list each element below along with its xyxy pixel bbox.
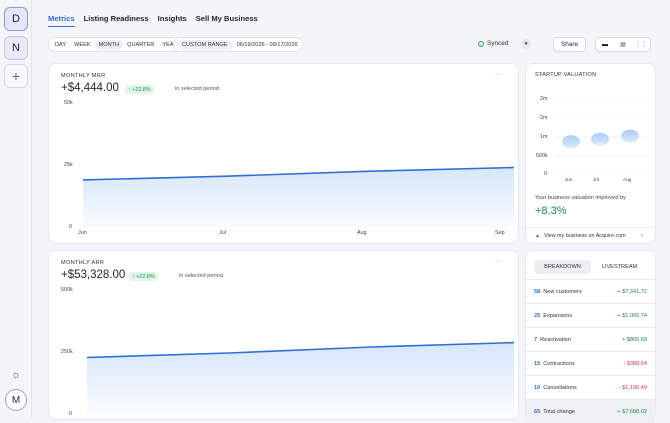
breakdown-row[interactable]: 10Cancellations - $1,196.49 xyxy=(526,375,655,399)
share-button[interactable]: Share xyxy=(553,37,586,52)
breakdown-row-left: 7Reactivation xyxy=(534,337,571,343)
workspace-n-button[interactable]: N xyxy=(4,36,28,60)
valuation-y-tick: 0 xyxy=(544,171,547,177)
tab-insights[interactable]: Insights xyxy=(158,14,187,27)
breakdown-label: Total change xyxy=(543,409,575,415)
breakdown-label: Expansions xyxy=(543,313,572,319)
period-quarter[interactable]: QUARTER xyxy=(124,40,157,50)
breakdown-card: BREAKDOWN LIVESTREAM 58New customers + $7… xyxy=(525,250,656,420)
two-column-view-icon[interactable]: ▦ xyxy=(614,38,632,51)
breakdown-amount: + $7,688.02 xyxy=(617,409,647,415)
breakdown-row-left: 15Contractions xyxy=(534,361,575,367)
grid-view-icon[interactable]: ⋮⋮ xyxy=(632,38,650,51)
breakdown-label: Contractions xyxy=(543,361,574,367)
custom-range-label: CUSTOM RANGE xyxy=(178,40,232,50)
theme-toggle-icon[interactable]: ☼ xyxy=(9,368,23,382)
mrr-card: MONTHLY MRR +$4,444.00 ↑ +22.8% in selec… xyxy=(48,63,519,244)
breakdown-label: Cancellations xyxy=(543,385,577,391)
valuation-x-tick: Jun xyxy=(565,177,572,182)
breakdown-amount: + $7,341.72 xyxy=(617,289,647,295)
single-column-view-icon[interactable]: ▬ xyxy=(596,38,614,51)
tab-breakdown[interactable]: BREAKDOWN xyxy=(534,260,591,274)
breakdown-label: New customers xyxy=(543,289,582,295)
workspace-rail: D N + ☼ M xyxy=(0,0,32,418)
valuation-y-tick: 2m xyxy=(540,96,548,102)
breakdown-count: 7 xyxy=(534,337,537,343)
avatar[interactable]: M xyxy=(5,389,27,411)
chart-area-fill xyxy=(87,343,514,414)
custom-range-picker[interactable]: CUSTOM RANGE 06/19/2026 - 09/17/2026 xyxy=(173,37,303,52)
breakdown-amount: + $1,065.74 xyxy=(617,313,647,319)
add-workspace-button[interactable]: + xyxy=(4,64,28,88)
workspace-d-button[interactable]: D xyxy=(4,7,28,31)
share-label: Share xyxy=(561,41,578,48)
valuation-y-tick: 500k xyxy=(536,153,548,159)
breakdown-count: 58 xyxy=(534,289,540,295)
view-mode-toggle: ▬ ▦ ⋮⋮ xyxy=(595,37,651,52)
period-week[interactable]: WEEK xyxy=(71,40,93,50)
valuation-x-tick: Aug xyxy=(623,177,631,182)
breakdown-count: 25 xyxy=(534,313,540,319)
period-month[interactable]: MONTH xyxy=(96,40,123,50)
breakdown-row-left: 10Cancellations xyxy=(534,385,577,391)
breakdown-label: Reactivation xyxy=(540,337,571,343)
breakdown-row-left: 65Total change xyxy=(534,409,575,415)
user-icon[interactable]: ● xyxy=(521,39,531,49)
breakdown-row-left: 25Expansions xyxy=(534,313,572,319)
valuation-card: STARTUP VALUATION 2m 2m 1m 500k 0 Jun Ju… xyxy=(525,63,656,244)
divider xyxy=(526,227,655,228)
workspace-n-label: N xyxy=(12,42,20,54)
tab-metrics[interactable]: Metrics xyxy=(48,14,75,27)
date-range-value: 06/19/2026 - 09/17/2026 xyxy=(237,42,298,48)
chevron-right-icon: › xyxy=(641,233,643,239)
breakdown-count: 65 xyxy=(534,409,540,415)
breakdown-count: 10 xyxy=(534,385,540,391)
valuation-improved-text: Your business valuation improved by xyxy=(535,195,626,201)
main-content: Metrics Listing Readiness Insights Sell … xyxy=(34,0,670,418)
sync-status: ✓ Synced xyxy=(478,40,508,47)
valuation-y-tick: 1m xyxy=(540,134,548,140)
tab-livestream[interactable]: LIVESTREAM xyxy=(591,260,648,274)
breakdown-row[interactable]: 7Reactivation + $865.69 xyxy=(526,327,655,351)
plus-icon: + xyxy=(12,68,20,84)
breakdown-amount: - $1,196.49 xyxy=(619,385,647,391)
mrr-x-tick: Jun xyxy=(78,230,87,236)
mrr-x-tick: Aug xyxy=(357,230,367,236)
chart-area-fill xyxy=(83,168,514,228)
synced-label: Synced xyxy=(487,40,508,47)
valuation-bar xyxy=(562,135,580,148)
valuation-x-tick: Jul xyxy=(593,177,599,182)
breakdown-amount: - $388.64 xyxy=(623,361,647,367)
mrr-x-tick: Jul xyxy=(219,230,226,236)
breakdown-amount: + $865.69 xyxy=(622,337,647,343)
view-on-acquire-link[interactable]: ▲ View my business on Acquire.com › xyxy=(535,233,643,239)
top-nav: Metrics Listing Readiness Insights Sell … xyxy=(48,14,258,27)
breakdown-count: 15 xyxy=(534,361,540,367)
mrr-chart xyxy=(49,64,520,245)
view-on-acquire-label: View my business on Acquire.com xyxy=(544,233,626,239)
valuation-improved-pct: +8.3% xyxy=(535,205,567,217)
check-circle-icon: ✓ xyxy=(478,41,484,47)
period-selector: DAY WEEK MONTH QUARTER YEAR xyxy=(48,37,185,52)
acquire-logo-icon: ▲ xyxy=(535,233,540,239)
breakdown-row[interactable]: 58New customers + $7,341.72 xyxy=(526,279,655,303)
breakdown-tabs: BREAKDOWN LIVESTREAM xyxy=(534,260,648,274)
breakdown-row-left: 58New customers xyxy=(534,289,582,295)
valuation-bar xyxy=(621,130,639,143)
breakdown-row[interactable]: 25Expansions + $1,065.74 xyxy=(526,303,655,327)
workspace-d-label: D xyxy=(12,13,20,25)
arr-card: MONTHLY ARR +$53,328.00 ↑ +22.8% in sele… xyxy=(48,250,519,420)
mrr-x-tick: Sep xyxy=(495,230,505,236)
avatar-initial: M xyxy=(12,395,20,406)
valuation-bar xyxy=(591,133,609,146)
tab-sell-my-business[interactable]: Sell My Business xyxy=(196,14,258,27)
breakdown-row[interactable]: 15Contractions - $388.64 xyxy=(526,351,655,375)
period-day[interactable]: DAY xyxy=(52,40,69,50)
valuation-y-tick: 2m xyxy=(540,115,548,121)
tab-listing-readiness[interactable]: Listing Readiness xyxy=(84,14,149,27)
arr-chart xyxy=(49,251,520,421)
breakdown-row[interactable]: 65Total change + $7,688.02 xyxy=(526,399,655,423)
